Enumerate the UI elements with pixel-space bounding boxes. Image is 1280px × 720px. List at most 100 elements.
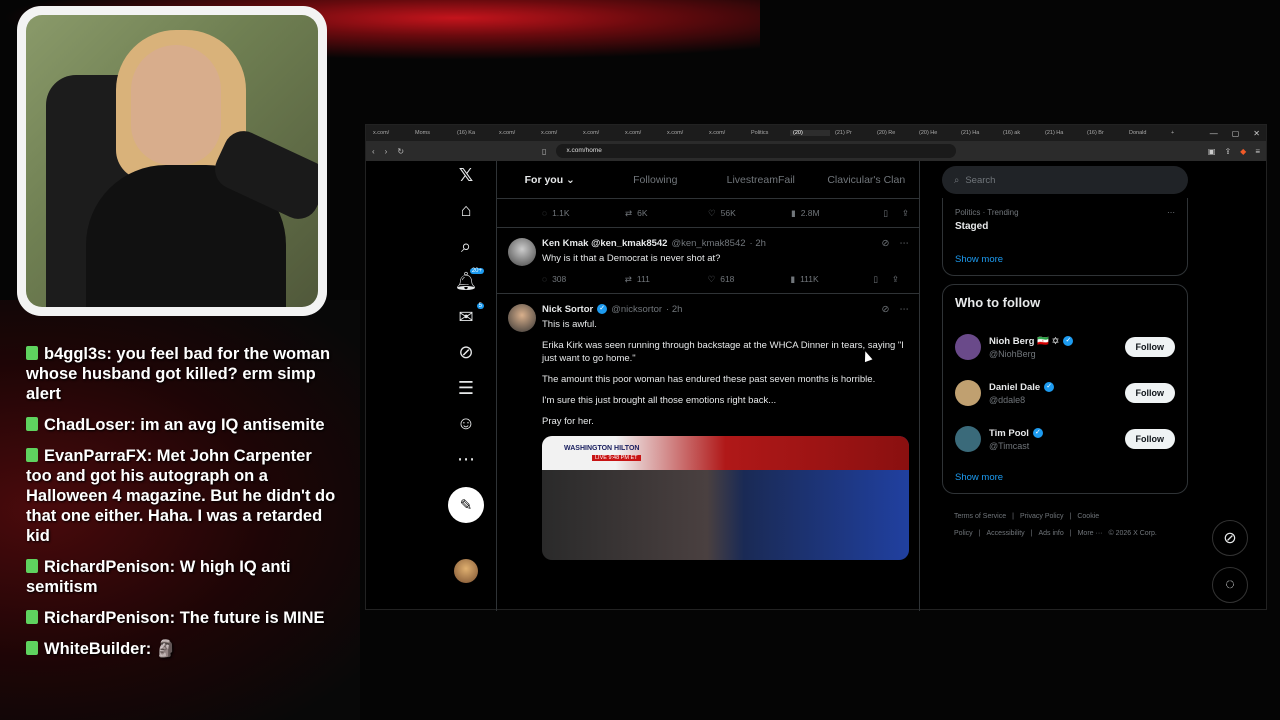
share-icon[interactable]: ⇪ bbox=[1224, 147, 1231, 156]
show-more-link[interactable]: Show more bbox=[955, 254, 1175, 265]
tweet[interactable]: Ken Kmak @ken_kmak8542 @ken_kmak8542 · 2… bbox=[497, 227, 919, 293]
trend-item[interactable]: Staged bbox=[955, 221, 1175, 232]
browser-tab[interactable]: x.com/ bbox=[370, 130, 410, 136]
browser-tab[interactable]: (21) Ha bbox=[1042, 130, 1082, 136]
repost-button[interactable]: ⇄ 111 bbox=[625, 274, 708, 285]
tweet-time[interactable]: · 2h bbox=[666, 304, 682, 315]
post-button[interactable]: ✎ bbox=[448, 486, 484, 523]
repost-button[interactable]: ⇄ 6K bbox=[625, 208, 708, 219]
footer-link[interactable]: Ads info bbox=[1038, 530, 1063, 537]
footer-link[interactable]: Accessibility bbox=[987, 530, 1025, 537]
messages-icon[interactable]: ✉︎ 5 bbox=[452, 303, 484, 331]
bookmark-icon[interactable]: ▯ bbox=[873, 274, 878, 285]
grok-icon[interactable]: ⊘ bbox=[882, 304, 890, 315]
follow-suggestion[interactable]: Tim Pool ✓ @Timcast Follow bbox=[955, 416, 1175, 462]
views-button[interactable]: ▮ 2.8M bbox=[791, 208, 874, 219]
bookmark-icon[interactable]: ▯ bbox=[542, 147, 546, 156]
like-button[interactable]: ♡ 56K bbox=[708, 208, 791, 219]
tweet-time[interactable]: · 2h bbox=[750, 238, 766, 249]
author-handle[interactable]: @nicksortor bbox=[611, 304, 662, 315]
follow-suggestion[interactable]: Nioh Berg 🇮🇷 ✡ ✓ @NiohBerg Follow bbox=[955, 324, 1175, 370]
browser-tab[interactable]: (16) Ka bbox=[454, 130, 494, 136]
tab-following[interactable]: Following bbox=[603, 174, 709, 186]
grok-icon[interactable]: ⊘ bbox=[452, 339, 480, 367]
maximize-icon[interactable]: ▢ bbox=[1232, 129, 1240, 138]
x-logo-icon[interactable]: 𝕏 bbox=[452, 161, 480, 189]
browser-tab[interactable]: Moms bbox=[412, 130, 452, 136]
show-more-link[interactable]: Show more bbox=[955, 472, 1175, 483]
reload-icon[interactable]: ↻ bbox=[397, 147, 404, 156]
profile-icon[interactable]: ☺ bbox=[452, 410, 480, 438]
messages-fab-button[interactable]: ◌ bbox=[1212, 567, 1248, 603]
follow-suggestion[interactable]: Daniel Dale ✓ @ddale8 Follow bbox=[955, 370, 1175, 416]
minimize-icon[interactable]: — bbox=[1210, 129, 1218, 138]
author-name[interactable]: Ken Kmak @ken_kmak8542 bbox=[542, 238, 667, 249]
suggestion-name[interactable]: Nioh Berg 🇮🇷 ✡ bbox=[989, 336, 1059, 347]
browser-tab[interactable]: x.com/ bbox=[496, 130, 536, 136]
footer-link[interactable]: Privacy Policy bbox=[1020, 513, 1064, 520]
notifications-icon[interactable]: 🔔︎ 20+ bbox=[452, 267, 484, 296]
browser-tab[interactable]: (21) Ha bbox=[958, 130, 998, 136]
browser-tab[interactable]: x.com/ bbox=[706, 130, 746, 136]
avatar[interactable] bbox=[508, 304, 536, 332]
more-icon[interactable]: ⋯ bbox=[900, 304, 910, 315]
share-icon[interactable]: ⇪ bbox=[892, 274, 899, 285]
browser-tab[interactable]: (20) He bbox=[916, 130, 956, 136]
tab-for-you[interactable]: For you ⌄ bbox=[497, 174, 603, 186]
avatar[interactable] bbox=[955, 426, 981, 452]
browser-tab[interactable]: (16) Br bbox=[1084, 130, 1124, 136]
tweet[interactable]: Nick Sortor ✓ @nicksortor · 2h ⊘ ⋯ This i… bbox=[497, 293, 919, 560]
bookmark-icon[interactable]: ▯ bbox=[883, 208, 888, 219]
follow-button[interactable]: Follow bbox=[1124, 429, 1175, 449]
author-handle[interactable]: @ken_kmak8542 bbox=[671, 238, 745, 249]
avatar[interactable] bbox=[508, 238, 536, 266]
tab-livestreamfail[interactable]: LivestreamFail bbox=[708, 174, 814, 186]
extension-icon[interactable]: ▣ bbox=[1208, 147, 1216, 156]
author-name[interactable]: Nick Sortor bbox=[542, 304, 593, 315]
share-icon[interactable]: ⇪ bbox=[902, 208, 909, 219]
search-input[interactable]: ⌕ Search bbox=[942, 166, 1188, 194]
url-field[interactable]: x.com/home bbox=[556, 144, 957, 158]
avatar[interactable] bbox=[955, 380, 981, 406]
footer-link[interactable]: © 2026 X Corp. bbox=[1108, 530, 1156, 537]
browser-tab[interactable]: (20) bbox=[790, 130, 830, 136]
more-icon[interactable]: ⋯ bbox=[452, 445, 480, 473]
tweet-media[interactable]: WASHINGTON HILTON LIVE 9:48 PM ET bbox=[542, 436, 909, 560]
shield-icon[interactable]: ◆ bbox=[1240, 147, 1246, 156]
more-icon[interactable]: ⋯ bbox=[900, 238, 910, 249]
browser-tab[interactable]: x.com/ bbox=[664, 130, 704, 136]
browser-tab[interactable]: x.com/ bbox=[580, 130, 620, 136]
browser-tab[interactable]: (21) Pr bbox=[832, 130, 872, 136]
explore-icon[interactable]: ⌕ bbox=[452, 232, 480, 260]
browser-tab[interactable]: Donald bbox=[1126, 130, 1166, 136]
grok-icon[interactable]: ⊘ bbox=[882, 238, 890, 249]
grok-fab-button[interactable]: ⊘ bbox=[1212, 520, 1248, 556]
like-button[interactable]: ♡ 618 bbox=[708, 274, 791, 285]
browser-tab[interactable]: x.com/ bbox=[538, 130, 578, 136]
browser-tab[interactable]: (16) ak bbox=[1000, 130, 1040, 136]
forward-icon[interactable]: › bbox=[385, 147, 388, 156]
new-tab-button[interactable]: + bbox=[1168, 130, 1182, 136]
tab-clavicular-clan[interactable]: Clavicular's Clan bbox=[814, 174, 920, 186]
avatar[interactable] bbox=[955, 334, 981, 360]
suggestion-name[interactable]: Daniel Dale bbox=[989, 382, 1040, 393]
close-icon[interactable]: ✕ bbox=[1253, 129, 1260, 138]
account-avatar[interactable] bbox=[454, 558, 478, 583]
browser-tab[interactable]: x.com/ bbox=[622, 130, 662, 136]
more-icon[interactable]: ⋯ bbox=[1167, 208, 1175, 217]
follow-button[interactable]: Follow bbox=[1124, 337, 1175, 357]
browser-tab[interactable]: (20) Re bbox=[874, 130, 914, 136]
menu-icon[interactable]: ≡ bbox=[1255, 147, 1260, 156]
back-icon[interactable]: ‹ bbox=[372, 147, 375, 156]
lists-icon[interactable]: ☰ bbox=[452, 374, 480, 402]
footer-link[interactable]: Terms of Service bbox=[954, 513, 1006, 520]
browser-tab[interactable]: Politics bbox=[748, 130, 788, 136]
footer-link[interactable]: More ··· bbox=[1078, 530, 1103, 537]
views-button[interactable]: ▮ 111K bbox=[790, 274, 873, 285]
footer-separator: | bbox=[978, 530, 981, 537]
reply-button[interactable]: ◌ 308 bbox=[542, 274, 625, 284]
home-icon[interactable]: ⌂ bbox=[452, 197, 480, 225]
follow-button[interactable]: Follow bbox=[1124, 383, 1175, 403]
suggestion-name[interactable]: Tim Pool bbox=[989, 428, 1029, 439]
reply-button[interactable]: ◌ 1.1K bbox=[542, 208, 625, 218]
